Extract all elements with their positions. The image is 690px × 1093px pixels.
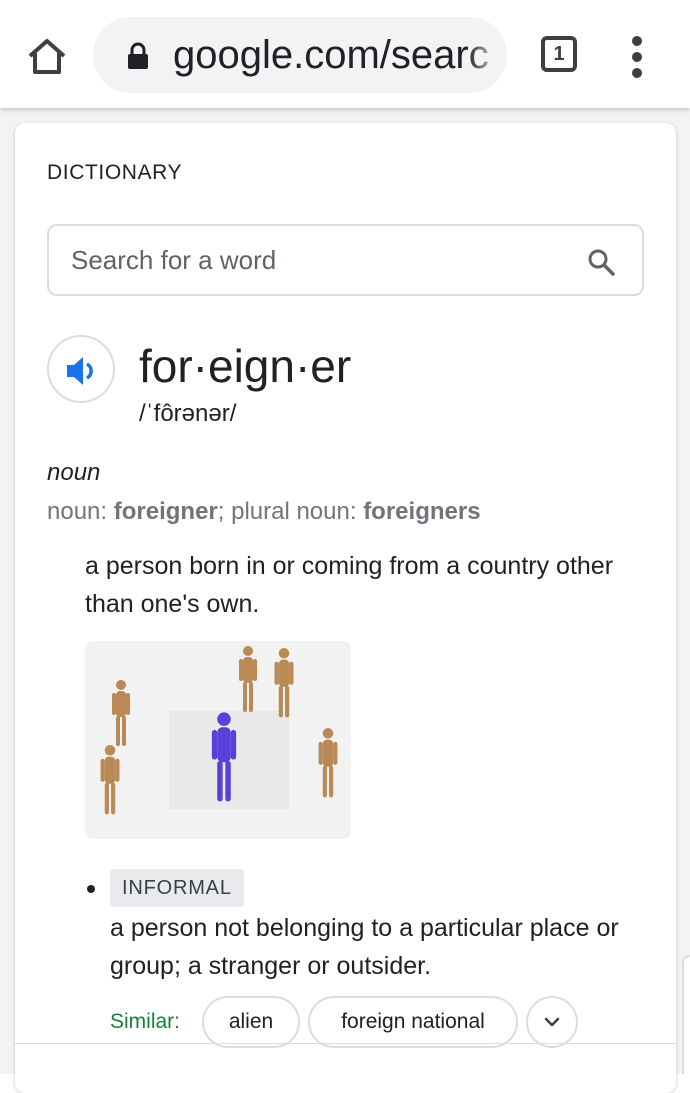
- bullet: [87, 885, 95, 893]
- part-of-speech: noun: [47, 459, 101, 486]
- definition-1: a person born in or coming from a countr…: [85, 552, 614, 618]
- word-search-input[interactable]: [71, 240, 551, 280]
- definition-2: a person not belonging to a particular p…: [110, 914, 619, 980]
- word-search-box: [47, 224, 644, 296]
- more-vert-icon[interactable]: [626, 36, 648, 78]
- plural-form: foreigners: [363, 498, 481, 525]
- card-label: DICTIONARY: [47, 161, 183, 184]
- expand-similar-button[interactable]: [526, 996, 578, 1048]
- headword: for·eign·er: [139, 340, 352, 392]
- tab-switcher-button[interactable]: 1: [541, 36, 577, 72]
- dictionary-card: DICTIONARY for·eign·er /ˈfôrənər/ noun n…: [15, 123, 676, 1093]
- similar-chip-alien[interactable]: alien: [202, 996, 300, 1048]
- word-forms: noun: foreigner; plural noun: foreigners: [47, 498, 481, 525]
- home-icon[interactable]: [24, 34, 70, 80]
- address-bar[interactable]: google.com/searc: [93, 17, 507, 93]
- pronunciation-button[interactable]: [47, 335, 115, 403]
- phonetic-spelling: /ˈfôrənər/: [139, 400, 237, 427]
- definition-illustration[interactable]: [85, 641, 351, 839]
- lock-icon: [127, 42, 149, 70]
- register-badge: INFORMAL: [110, 869, 244, 907]
- url-text: google.com/searc: [173, 33, 489, 77]
- similar-chip-foreign-national[interactable]: foreign national: [308, 996, 518, 1048]
- divider: [15, 1043, 676, 1044]
- speaker-icon: [67, 357, 93, 385]
- browser-toolbar: google.com/searc 1: [0, 0, 690, 108]
- noun-form: foreigner: [113, 498, 218, 525]
- similar-label: Similar:: [110, 1010, 181, 1033]
- chevron-down-icon: [544, 1017, 560, 1027]
- adjacent-card-edge: [682, 955, 690, 1074]
- search-icon[interactable]: [587, 248, 615, 276]
